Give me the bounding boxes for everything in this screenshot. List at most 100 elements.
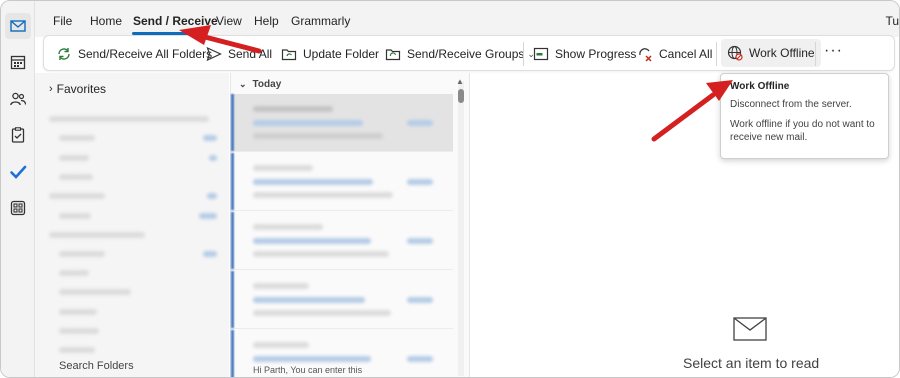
blurred-subject xyxy=(253,120,363,126)
ribbon-divider xyxy=(523,42,524,66)
blurred-folder-row[interactable] xyxy=(59,135,95,141)
favorites-label: Favorites xyxy=(56,82,107,96)
tooltip-title: Work Offline xyxy=(730,81,790,92)
unread-accent xyxy=(231,271,234,328)
message-preview: Hi Parth, You can enter this xyxy=(253,365,363,375)
send-receive-all-label: Send/Receive All Folders xyxy=(78,47,213,61)
blurred-subject xyxy=(253,179,373,185)
search-folders-item[interactable]: Search Folders xyxy=(59,360,134,372)
scroll-up-arrow-icon[interactable]: ▲ xyxy=(456,77,464,86)
unread-accent xyxy=(231,94,234,151)
blurred-subject xyxy=(253,356,371,362)
blurred-preview xyxy=(253,251,389,257)
blurred-time xyxy=(407,297,433,303)
menu-send-receive[interactable]: Send / Receive xyxy=(133,14,218,28)
cancel-all-label: Cancel All xyxy=(659,47,713,61)
blurred-folder-row[interactable] xyxy=(59,309,97,315)
blurred-time xyxy=(407,120,433,126)
send-all-label: Send All xyxy=(228,47,273,61)
blurred-sender xyxy=(253,342,309,348)
mail-icon[interactable] xyxy=(5,13,31,39)
send-all-button[interactable]: Send All xyxy=(206,43,272,65)
ribbon-toolbar: Send/Receive All Folders Send All Update… xyxy=(43,35,895,71)
blurred-subject xyxy=(253,297,365,303)
blurred-time xyxy=(407,179,433,185)
blurred-folder-row[interactable] xyxy=(59,289,131,295)
unread-accent xyxy=(231,212,234,269)
menu-grammarly[interactable]: Grammarly xyxy=(291,14,350,28)
message-item[interactable]: Hi Parth, You can enter this xyxy=(231,330,453,377)
blurred-sender xyxy=(253,106,333,112)
app-rail xyxy=(1,1,35,377)
update-folder-button[interactable]: Update Folder xyxy=(281,43,379,65)
tooltip-line-2: Work offline if you do not want to recei… xyxy=(730,119,875,143)
scroll-thumb[interactable] xyxy=(458,89,464,103)
todo-check-icon[interactable] xyxy=(5,159,31,185)
blurred-time xyxy=(407,238,433,244)
blurred-count-badge xyxy=(209,155,217,161)
blurred-folder-row[interactable] xyxy=(59,251,105,257)
blurred-count-badge xyxy=(203,251,217,257)
blurred-folder-row[interactable] xyxy=(59,174,93,180)
blurred-count-badge xyxy=(203,135,217,141)
blurred-folder-row[interactable] xyxy=(59,155,89,161)
menu-cut-off-label: Tu xyxy=(885,14,899,28)
folder-sync-icon xyxy=(281,49,297,61)
ribbon-divider xyxy=(716,42,717,66)
groups-sync-icon xyxy=(385,49,401,61)
apps-grid-icon[interactable] xyxy=(5,195,31,221)
blurred-preview xyxy=(253,192,393,198)
send-receive-groups-label: Send/Receive Groups xyxy=(407,47,525,61)
group-header-today[interactable]: ⌄ Today xyxy=(239,79,281,90)
more-options-icon[interactable]: ··· xyxy=(824,42,843,60)
sync-icon xyxy=(58,48,70,60)
favorites-header[interactable]: › Favorites xyxy=(49,82,106,96)
show-progress-label: Show Progress xyxy=(555,47,637,61)
blurred-time xyxy=(407,356,433,362)
menu-view[interactable]: View xyxy=(216,14,242,28)
blurred-folder-row[interactable] xyxy=(59,328,99,334)
blurred-folder-row[interactable] xyxy=(59,270,89,276)
send-receive-groups-button[interactable]: Send/Receive Groups ⌄ xyxy=(385,43,535,65)
menu-file[interactable]: File xyxy=(53,14,72,28)
menu-home[interactable]: Home xyxy=(90,14,122,28)
send-icon xyxy=(206,46,222,62)
outlook-window: File Home Send / Receive View Help Gramm… xyxy=(0,0,900,378)
blurred-folder-row[interactable] xyxy=(49,193,105,199)
work-offline-tooltip: Work Offline Disconnect from the server.… xyxy=(720,73,889,159)
blurred-count-badge xyxy=(207,193,217,199)
blurred-count-badge xyxy=(199,213,217,219)
blurred-account-row[interactable] xyxy=(49,116,209,122)
work-offline-label: Work Offline xyxy=(749,46,815,60)
scrollbar[interactable]: ▲ xyxy=(456,77,464,376)
menu-help[interactable]: Help xyxy=(254,14,279,28)
blurred-sender xyxy=(253,224,323,230)
envelope-icon xyxy=(733,317,767,341)
send-receive-all-folders-button[interactable]: Send/Receive All Folders xyxy=(56,43,212,65)
blurred-subject xyxy=(253,238,371,244)
ribbon-divider xyxy=(815,42,816,66)
people-icon[interactable] xyxy=(5,86,31,112)
blurred-folder-row[interactable] xyxy=(59,347,95,353)
blurred-folder-row[interactable] xyxy=(49,232,145,238)
tooltip-line-1: Disconnect from the server. xyxy=(730,99,852,110)
message-item[interactable] xyxy=(231,271,453,329)
blurred-preview xyxy=(253,133,383,139)
tasks-clipboard-icon[interactable] xyxy=(5,122,31,148)
show-progress-button[interactable]: Show Progress xyxy=(533,43,636,65)
message-item[interactable] xyxy=(231,94,453,152)
cancel-all-button[interactable]: Cancel All xyxy=(637,43,712,65)
folder-pane: › Favorites Search Folders xyxy=(35,73,229,377)
blurred-sender xyxy=(253,165,313,171)
message-list: ⌄ Today ▲ Hi Parth, You can enter this xyxy=(230,73,470,377)
calendar-icon[interactable] xyxy=(5,49,31,75)
work-offline-button[interactable]: Work Offline xyxy=(721,39,821,67)
chevron-down-icon: ⌄ xyxy=(239,79,247,89)
group-label: Today xyxy=(252,79,282,90)
chevron-right-icon: › xyxy=(49,83,53,95)
update-folder-label: Update Folder xyxy=(303,47,380,61)
blurred-folder-row[interactable] xyxy=(59,213,91,219)
message-item[interactable] xyxy=(231,153,453,211)
message-item[interactable] xyxy=(231,212,453,270)
globe-offline-icon xyxy=(727,45,743,61)
